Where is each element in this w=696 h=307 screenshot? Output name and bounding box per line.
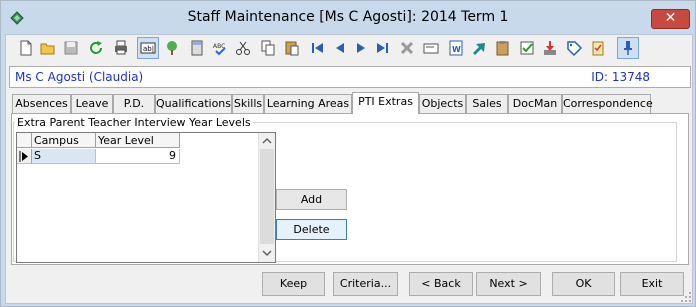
word-export-icon: W (449, 40, 463, 56)
current-row-arrow-icon (19, 151, 28, 162)
download-tray-icon (544, 41, 556, 55)
scrollbar-thumb[interactable] (260, 149, 274, 244)
grid-header: Campus Year Level (17, 133, 258, 149)
pin-icon (624, 41, 632, 55)
tree-button[interactable] (161, 37, 183, 59)
tab-qualifications[interactable]: Qualifications (155, 94, 232, 113)
paste-icon (285, 41, 299, 56)
cut-button[interactable] (232, 37, 254, 59)
exit-button[interactable]: Exit (620, 272, 684, 296)
keep-button[interactable]: Keep (262, 272, 325, 296)
column-header-year-level[interactable]: Year Level (96, 133, 180, 148)
copy-button[interactable] (257, 37, 279, 59)
next-record-icon (357, 43, 365, 53)
next-button[interactable]: Next > (476, 272, 541, 296)
row-indicator-header (17, 133, 32, 148)
refresh-icon (90, 41, 102, 54)
cell-campus[interactable]: S (32, 149, 96, 164)
calculator-button[interactable] (186, 37, 208, 59)
tab-skills[interactable]: Skills (232, 94, 264, 113)
calculator-icon (191, 40, 203, 56)
copy-icon (261, 40, 275, 56)
card-icon (423, 43, 439, 54)
checklist-icon (592, 41, 604, 56)
new-document-icon (20, 40, 32, 56)
toolbar: ab| ABC W (6, 35, 692, 63)
spellcheck-icon: ABC (213, 43, 226, 56)
last-record-icon (377, 43, 388, 53)
first-record-icon (312, 43, 323, 53)
print-icon (115, 40, 127, 55)
cell-year-level[interactable]: 9 (96, 149, 180, 164)
clipboard-icon (496, 41, 509, 56)
open-folder-button[interactable] (37, 37, 59, 59)
year-levels-grid[interactable]: Campus Year Level S 9 (16, 132, 276, 263)
add-button[interactable]: Add (276, 189, 347, 210)
criteria-button[interactable]: Criteria... (333, 272, 398, 296)
first-record-button[interactable] (307, 37, 329, 59)
open-folder-icon (40, 43, 55, 55)
tab-learning-areas[interactable]: Learning Areas (264, 94, 352, 113)
row-selector-arrow-icon[interactable] (17, 149, 32, 164)
tab-pti-extras[interactable]: PTI Extras (352, 92, 419, 114)
last-record-button[interactable] (371, 37, 393, 59)
tab-p-d[interactable]: P.D. (113, 94, 155, 113)
tab-objects[interactable]: Objects (419, 94, 466, 113)
card-button[interactable] (420, 37, 442, 59)
svg-text:ab|: ab| (143, 45, 154, 53)
staff-id: ID: 13748 (591, 70, 650, 84)
group-label: Extra Parent Teacher Interview Year Leve… (15, 116, 253, 129)
previous-record-icon (336, 43, 344, 53)
tag-icon (567, 41, 583, 57)
footer-buttons: Keep Criteria... < Back Next > OK Exit (6, 270, 692, 303)
svg-text:W: W (452, 45, 461, 54)
tab-sales[interactable]: Sales (466, 94, 508, 113)
delete-button[interactable]: Delete (276, 219, 347, 240)
back-button[interactable]: < Back (409, 272, 473, 296)
scroll-up-arrow-icon[interactable] (262, 137, 272, 145)
checklist-button[interactable] (587, 37, 609, 59)
arrow-forward-button[interactable] (468, 37, 490, 59)
title-bar[interactable]: Staff Maintenance [Ms C Agosti]: 2014 Te… (1, 1, 695, 34)
vertical-scrollbar[interactable] (258, 133, 275, 262)
pin-button[interactable] (617, 37, 639, 59)
staff-maintenance-window: Staff Maintenance [Ms C Agosti]: 2014 Te… (0, 0, 696, 307)
tree-icon (167, 41, 177, 55)
tab-absences[interactable]: Absences (12, 94, 71, 113)
next-record-button[interactable] (350, 37, 372, 59)
new-document-button[interactable] (15, 37, 37, 59)
clipboard-button[interactable] (492, 37, 514, 59)
word-export-button[interactable]: W (445, 37, 467, 59)
approve-button[interactable] (516, 37, 538, 59)
close-button[interactable]: ✕ (651, 9, 690, 29)
staff-name: Ms C Agosti (Claudia) (15, 70, 144, 84)
cut-icon (236, 41, 250, 55)
delete-button[interactable] (396, 37, 418, 59)
download-tray-button[interactable] (539, 37, 561, 59)
scroll-down-arrow-icon[interactable] (262, 249, 272, 257)
paste-button[interactable] (281, 37, 303, 59)
save-disk-icon (64, 41, 78, 55)
client-area: ab| ABC W Ms C Agosti (Claudia) ID: 13748 … (5, 34, 693, 304)
tab-correspondence[interactable]: Correspondence (562, 94, 653, 113)
tag-button[interactable] (563, 37, 585, 59)
approve-icon (520, 41, 534, 55)
pti-extras-panel: Extra Parent Teacher Interview Year Leve… (11, 113, 689, 265)
print-button[interactable] (110, 37, 132, 59)
spellcheck-button[interactable]: ABC (209, 37, 231, 59)
text-field-icon: ab| (140, 42, 156, 54)
window-title: Staff Maintenance [Ms C Agosti]: 2014 Te… (187, 9, 509, 25)
text-field-button[interactable]: ab| (137, 37, 159, 59)
arrow-forward-icon (473, 43, 485, 55)
column-header-campus[interactable]: Campus (32, 133, 96, 148)
delete-icon (400, 41, 414, 55)
save-disk-button[interactable] (60, 37, 82, 59)
staff-info-bar: Ms C Agosti (Claudia) ID: 13748 (9, 66, 691, 88)
previous-record-button[interactable] (329, 37, 351, 59)
tab-docman[interactable]: DocMan (508, 94, 562, 113)
refresh-button[interactable] (85, 37, 107, 59)
resize-grip-icon[interactable] (680, 291, 692, 303)
tab-leave[interactable]: Leave (71, 94, 113, 113)
ok-button[interactable]: OK (552, 272, 615, 296)
